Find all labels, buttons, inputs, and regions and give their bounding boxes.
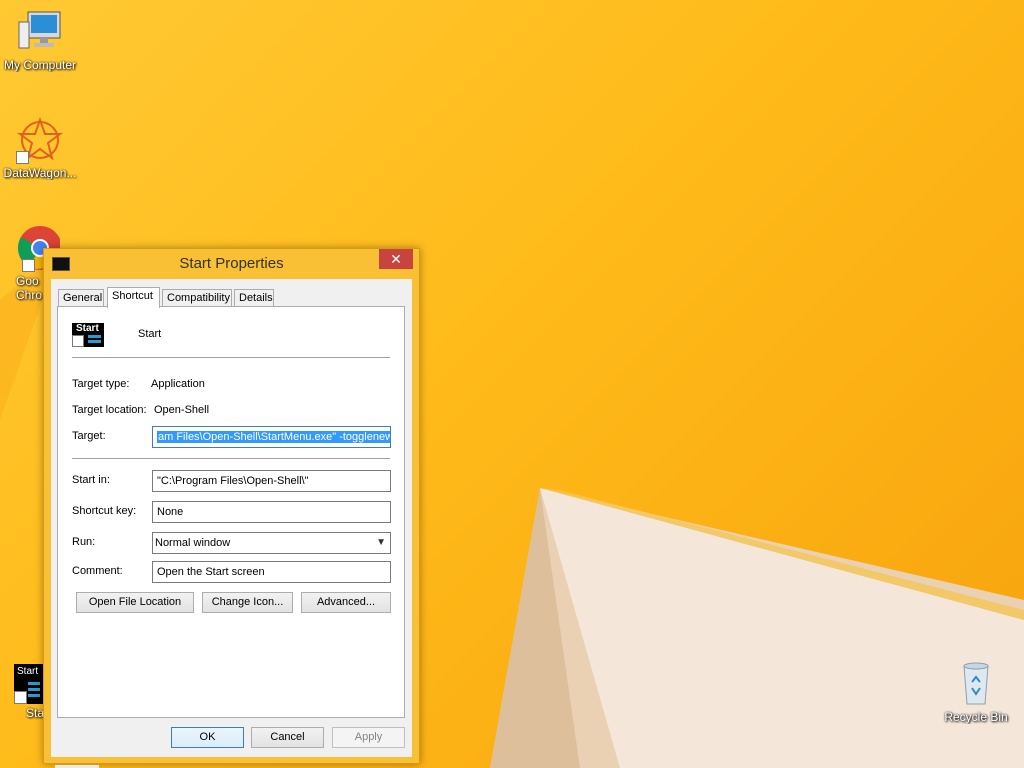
tab-general[interactable]: General	[58, 289, 104, 307]
open-file-location-button[interactable]: Open File Location	[76, 592, 194, 613]
divider	[72, 357, 390, 358]
shortcut-key-label: Shortcut key:	[72, 505, 137, 517]
divider	[72, 458, 390, 459]
desktop-icon-label: My Computer	[3, 58, 77, 72]
target-location-label: Target location:	[72, 404, 147, 416]
comment-field[interactable]: Open the Start screen	[152, 561, 391, 583]
window-title: Start Properties	[179, 255, 284, 272]
ok-button[interactable]: OK	[171, 727, 244, 748]
desktop-icon-label: DataWagon...	[3, 166, 77, 180]
desktop-icon-label: Recycle Bin	[944, 710, 1008, 724]
desktop-icon-datawagon[interactable]: DataWagon...	[0, 116, 80, 180]
shortcut-arrow-icon	[16, 151, 29, 164]
target-location-value: Open-Shell	[154, 404, 210, 416]
target-type-value: Application	[151, 378, 205, 390]
start-properties-window: Start Properties ✕ General Shortcut Comp…	[43, 248, 420, 764]
change-icon-button[interactable]: Change Icon...	[202, 592, 293, 613]
apply-button[interactable]: Apply	[332, 727, 405, 748]
desktop-icon-recycle-bin[interactable]: Recycle Bin	[936, 660, 1016, 724]
target-field-selected-text: am Files\Open-Shell\StartMenu.exe" -togg…	[157, 431, 390, 443]
run-label: Run:	[72, 536, 96, 548]
shortcut-tab-panel: Start Start Target type: Application Tar…	[57, 306, 405, 718]
start-shortcut-icon: Start	[72, 323, 104, 347]
run-select[interactable]: Normal window ▼	[152, 532, 391, 554]
shortcut-key-field[interactable]: None	[152, 501, 391, 523]
target-type-label: Target type:	[72, 378, 130, 390]
advanced-button[interactable]: Advanced...	[301, 592, 391, 613]
computer-icon	[16, 8, 64, 56]
recycle-bin-icon	[952, 660, 1000, 708]
target-label: Target:	[72, 430, 106, 442]
shortcut-arrow-icon	[14, 691, 27, 704]
start-app-icon-text: Start	[17, 666, 39, 677]
start-in-field[interactable]: "C:\Program Files\Open-Shell\"	[152, 470, 391, 492]
chevron-down-icon: ▼	[376, 537, 386, 548]
start-in-label: Start in:	[72, 474, 110, 486]
close-button[interactable]: ✕	[379, 249, 413, 269]
title-bar[interactable]: Start Properties ✕	[44, 249, 419, 279]
target-field[interactable]: am Files\Open-Shell\StartMenu.exe" -togg…	[152, 426, 391, 448]
start-app-icon: Start	[14, 664, 44, 704]
tab-shortcut[interactable]: Shortcut	[107, 287, 160, 308]
run-select-value: Normal window	[155, 537, 231, 549]
shortcut-arrow-icon	[72, 335, 84, 347]
tab-compatibility[interactable]: Compatibility	[162, 289, 232, 307]
tab-details[interactable]: Details	[234, 289, 274, 307]
desktop-icon-my-computer[interactable]: My Computer	[0, 8, 80, 72]
start-shortcut-icon-text: Start	[76, 323, 99, 334]
datawagon-icon	[16, 116, 64, 164]
shortcut-arrow-icon	[22, 259, 35, 272]
cancel-button[interactable]: Cancel	[251, 727, 324, 748]
comment-label: Comment:	[72, 565, 123, 577]
dialog-client-area: General Shortcut Compatibility Details S…	[51, 279, 412, 757]
shortcut-name: Start	[138, 328, 162, 340]
